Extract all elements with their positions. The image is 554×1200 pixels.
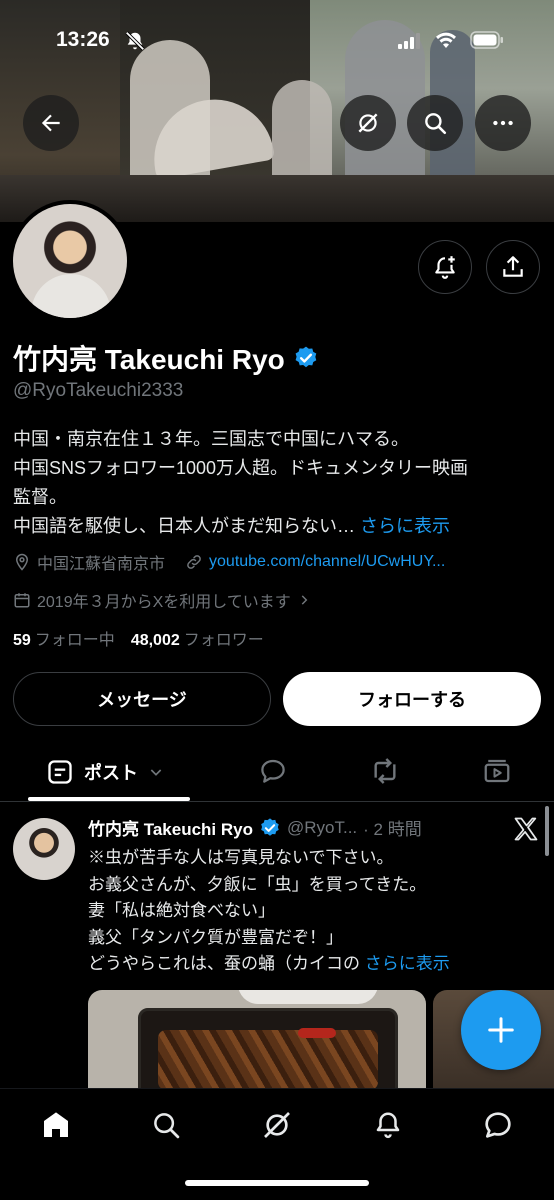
message-icon bbox=[485, 1112, 511, 1138]
status-time: 13:26 bbox=[56, 28, 110, 51]
bio-line: 中国語を駆使し、日本人がまだ知らない… bbox=[13, 516, 360, 536]
grok-button[interactable] bbox=[340, 95, 396, 151]
followers-stat[interactable]: 48,002 フォロワー bbox=[131, 626, 264, 650]
profile-website-link[interactable]: youtube.com/channel/UCwHUY... bbox=[209, 553, 445, 571]
notify-button[interactable] bbox=[418, 240, 472, 294]
chevron-down-icon bbox=[150, 769, 162, 776]
bell-icon bbox=[376, 1112, 400, 1139]
compose-button[interactable] bbox=[461, 990, 541, 1070]
tweet-show-more-link[interactable]: さらに表示 bbox=[365, 954, 450, 973]
followers-count: 48,002 bbox=[130, 632, 180, 649]
home-indicator bbox=[185, 1180, 369, 1186]
video-icon bbox=[484, 759, 510, 783]
followers-label: フォロワー bbox=[183, 632, 264, 649]
tab-posts-label: ポスト bbox=[84, 763, 138, 783]
bell-off-icon bbox=[125, 31, 145, 51]
profile-location: 中国江蘇省南京市 bbox=[37, 556, 166, 573]
profile-name-row: 竹内亮 Takeuchi Ryo bbox=[13, 338, 319, 378]
share-button[interactable] bbox=[486, 240, 540, 294]
tab-divider bbox=[0, 801, 554, 802]
tweet-header: 竹内亮 Takeuchi Ryo @RyoT... · 2 時間 bbox=[88, 815, 422, 840]
calendar-icon bbox=[14, 593, 30, 608]
message-button[interactable]: メッセージ bbox=[13, 672, 271, 726]
wifi-icon bbox=[436, 32, 456, 48]
back-button[interactable] bbox=[23, 95, 79, 151]
tab-replies[interactable] bbox=[246, 744, 300, 798]
tweet-avatar[interactable] bbox=[13, 818, 75, 880]
profile-joined: 2019年３月からXを利用しています bbox=[37, 594, 291, 611]
tweet-line: ※虫が苦手な人は写真見ないで下さい。 bbox=[88, 848, 394, 867]
nav-messages[interactable] bbox=[473, 1100, 523, 1150]
link-icon bbox=[187, 555, 201, 569]
bell-plus-icon bbox=[435, 256, 455, 279]
signal-icon bbox=[398, 33, 420, 49]
tweet-line: お義父さんが、夕飯に「虫」を買ってきた。 bbox=[88, 874, 427, 894]
home-icon bbox=[44, 1112, 68, 1137]
profile-name: 竹内亮 Takeuchi Ryo bbox=[13, 344, 285, 375]
follow-stats: 59 フォロー中 48,002 フォロワー bbox=[13, 626, 264, 650]
grok-icon bbox=[358, 113, 378, 133]
search-icon bbox=[425, 113, 447, 135]
following-count: 59 bbox=[13, 632, 31, 649]
search-icon bbox=[154, 1113, 180, 1139]
more-horizontal-icon bbox=[493, 120, 513, 126]
reply-icon bbox=[261, 759, 285, 783]
bio-line: 中国SNSフォロワー1000万人超。ドキュメンタリー映画 bbox=[13, 458, 469, 478]
profile-joined-row[interactable]: 2019年３月からXを利用しています bbox=[13, 588, 311, 612]
tweet-author-name[interactable]: 竹内亮 Takeuchi Ryo bbox=[88, 815, 253, 840]
arrow-left-icon bbox=[41, 114, 60, 132]
more-button[interactable] bbox=[475, 95, 531, 151]
battery-icon bbox=[470, 31, 503, 49]
tab-media[interactable] bbox=[470, 744, 524, 798]
chevron-right-icon bbox=[301, 595, 308, 605]
nav-grok[interactable] bbox=[252, 1100, 302, 1150]
share-icon bbox=[503, 256, 523, 277]
tab-posts[interactable]: ポスト bbox=[28, 745, 190, 799]
verified-badge-icon bbox=[261, 817, 279, 836]
bio-show-more-link[interactable]: さらに表示 bbox=[360, 516, 450, 536]
tweet-line: 妻「私は絶対食べない」 bbox=[88, 901, 275, 920]
profile-handle: @RyoTakeuchi2333 bbox=[13, 380, 184, 401]
tweet-time: · 2 時間 bbox=[363, 820, 422, 839]
verified-badge-icon[interactable] bbox=[293, 345, 319, 371]
tweet-author-handle: @RyoT... bbox=[287, 817, 358, 837]
bio-line: 監督。 bbox=[13, 487, 67, 507]
scrollbar-thumb[interactable] bbox=[545, 806, 549, 856]
repost-icon bbox=[374, 758, 396, 784]
tab-reposts[interactable] bbox=[358, 744, 412, 798]
following-stat[interactable]: 59 フォロー中 bbox=[13, 626, 115, 650]
profile-meta-row: 中国江蘇省南京市 youtube.com/channel/UCwHUY... bbox=[13, 550, 445, 574]
grok-icon bbox=[264, 1112, 290, 1138]
tweet-text[interactable]: ※虫が苦手な人は写真見ないで下さい。 お義父さんが、夕飯に「虫」を買ってきた。 … bbox=[88, 845, 528, 978]
profile-bio: 中国・南京在住１３年。三国志で中国にハマる。 中国SNSフォロワー1000万人超… bbox=[13, 425, 543, 541]
plus-icon bbox=[488, 1017, 514, 1043]
profile-avatar[interactable] bbox=[9, 200, 131, 322]
search-button[interactable] bbox=[407, 95, 463, 151]
x-logo-icon bbox=[514, 817, 538, 841]
nav-notifications[interactable] bbox=[363, 1100, 413, 1150]
location-pin-icon bbox=[15, 553, 29, 571]
follow-button[interactable]: フォローする bbox=[283, 672, 541, 726]
tweet-image[interactable] bbox=[88, 990, 426, 1090]
bio-line: 中国・南京在住１３年。三国志で中国にハマる。 bbox=[13, 429, 409, 449]
posts-icon bbox=[48, 760, 72, 784]
nav-search[interactable] bbox=[141, 1100, 191, 1150]
tweet-line: 義父「タンパク質が豊富だぞ！」 bbox=[88, 927, 343, 947]
tweet-line: どうやらこれは、蚕の蛹（カイコの bbox=[88, 954, 365, 973]
nav-home[interactable] bbox=[31, 1100, 81, 1150]
following-label: フォロー中 bbox=[34, 632, 115, 649]
